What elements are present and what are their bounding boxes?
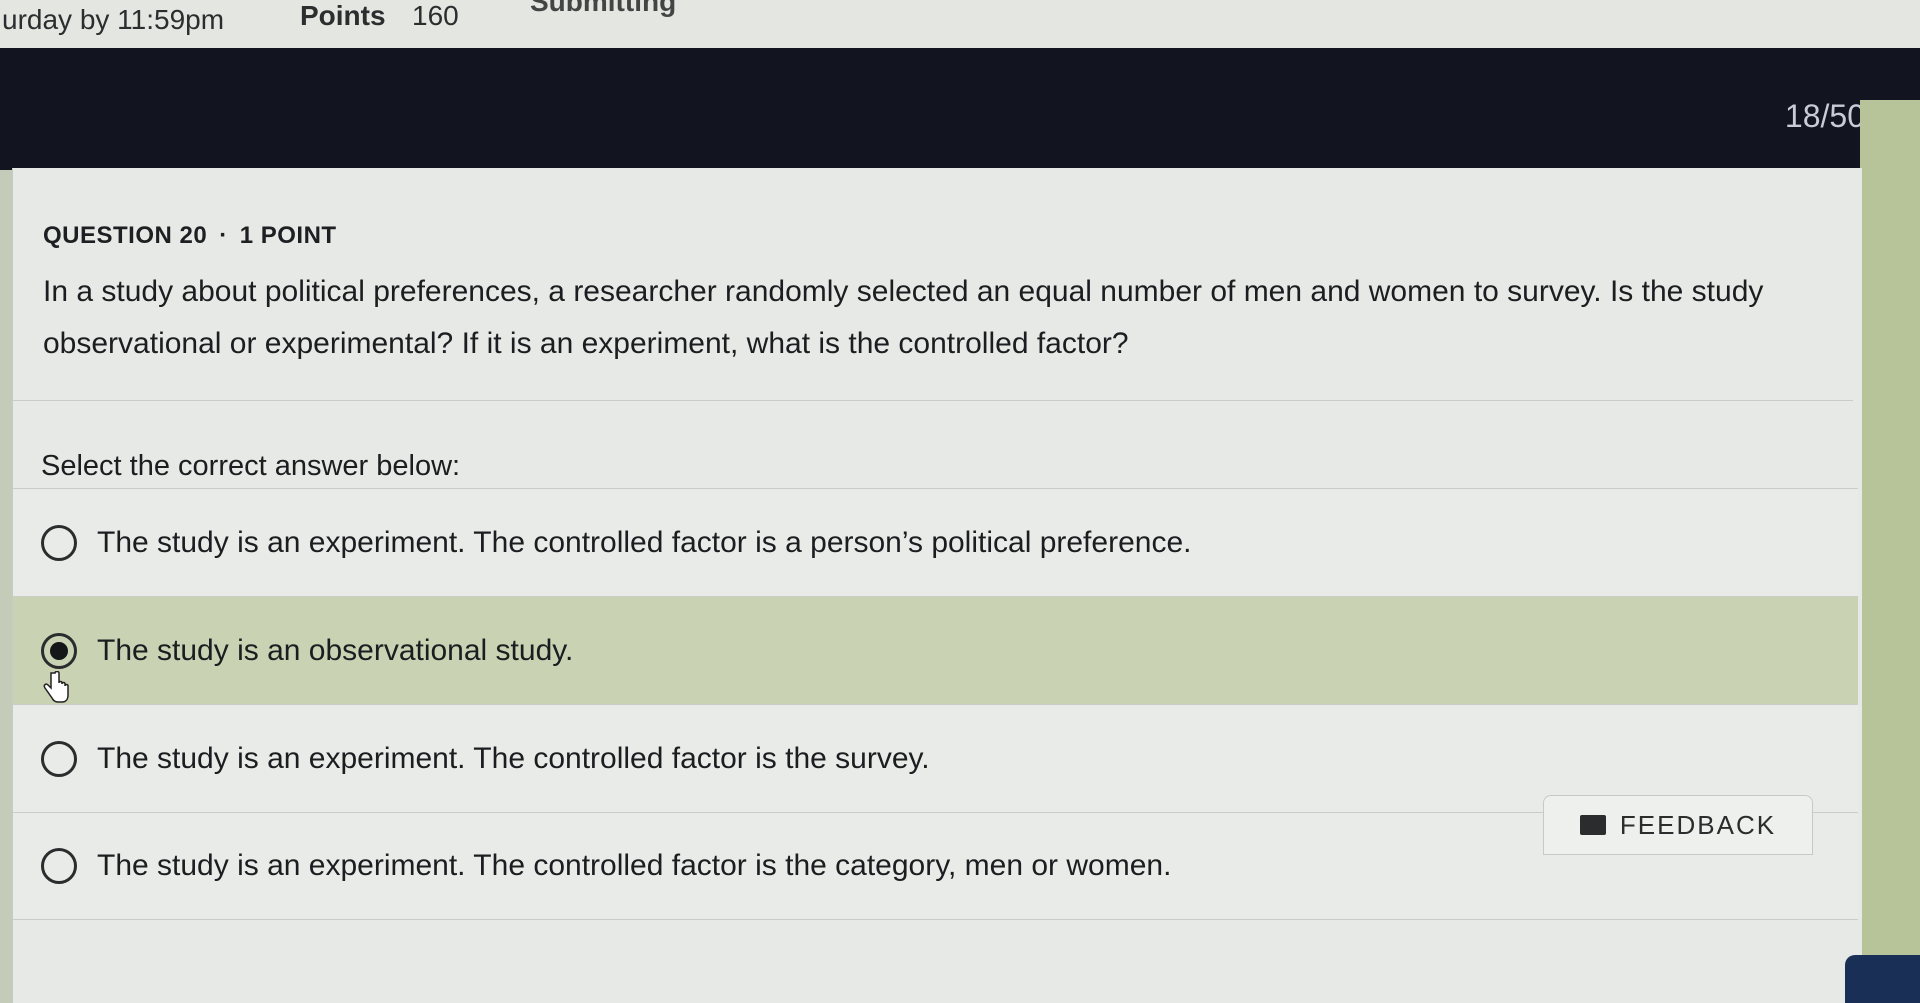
answer-prompt: Select the correct answer below: <box>41 450 461 482</box>
question-meta: QUESTION 20 · 1 POINT <box>43 222 337 250</box>
corner-action-button[interactable] <box>1845 955 1920 1003</box>
radio-selected-dot <box>50 641 68 660</box>
radio-button-selected[interactable] <box>41 632 77 669</box>
answer-option-label: The study is an experiment. The controll… <box>97 849 1172 882</box>
meta-separator: · <box>219 222 228 249</box>
points-label: Points <box>300 0 386 31</box>
hand-cursor-icon <box>43 671 69 703</box>
answer-option-1[interactable]: The study is an experiment. The controll… <box>13 488 1858 596</box>
answer-option-2[interactable]: The study is an observational study. <box>13 596 1858 704</box>
feedback-icon <box>1579 815 1606 835</box>
radio-button-unselected[interactable] <box>41 740 77 777</box>
radio-button-unselected[interactable] <box>41 848 77 884</box>
question-progress-count: 18/50 <box>1784 98 1865 134</box>
answer-option-label: The study is an experiment. The controll… <box>97 741 930 775</box>
answer-option-label: The study is an experiment. The controll… <box>97 525 1192 559</box>
submitting-status-text: Submitting <box>530 0 677 17</box>
points-value: 160 <box>412 0 459 31</box>
feedback-label: FEEDBACK <box>1619 809 1777 840</box>
feedback-button[interactable]: FEEDBACK <box>1543 795 1813 855</box>
answer-option-label: The study is an observational study. <box>97 633 574 667</box>
question-text: In a study about political preferences, … <box>43 275 1764 360</box>
due-date-text: urday by 11:59pm <box>2 4 225 35</box>
radio-button-unselected[interactable] <box>41 524 77 561</box>
question-divider <box>13 400 1853 401</box>
progress-header-bar: 18/50 <box>0 48 1920 178</box>
right-side-panel <box>1860 100 1920 1003</box>
question-card: QUESTION 20 · 1 POINT In a study about pol… <box>12 168 1862 1003</box>
question-points: 1 POINT <box>239 222 337 249</box>
question-number: QUESTION 20 <box>43 222 208 249</box>
